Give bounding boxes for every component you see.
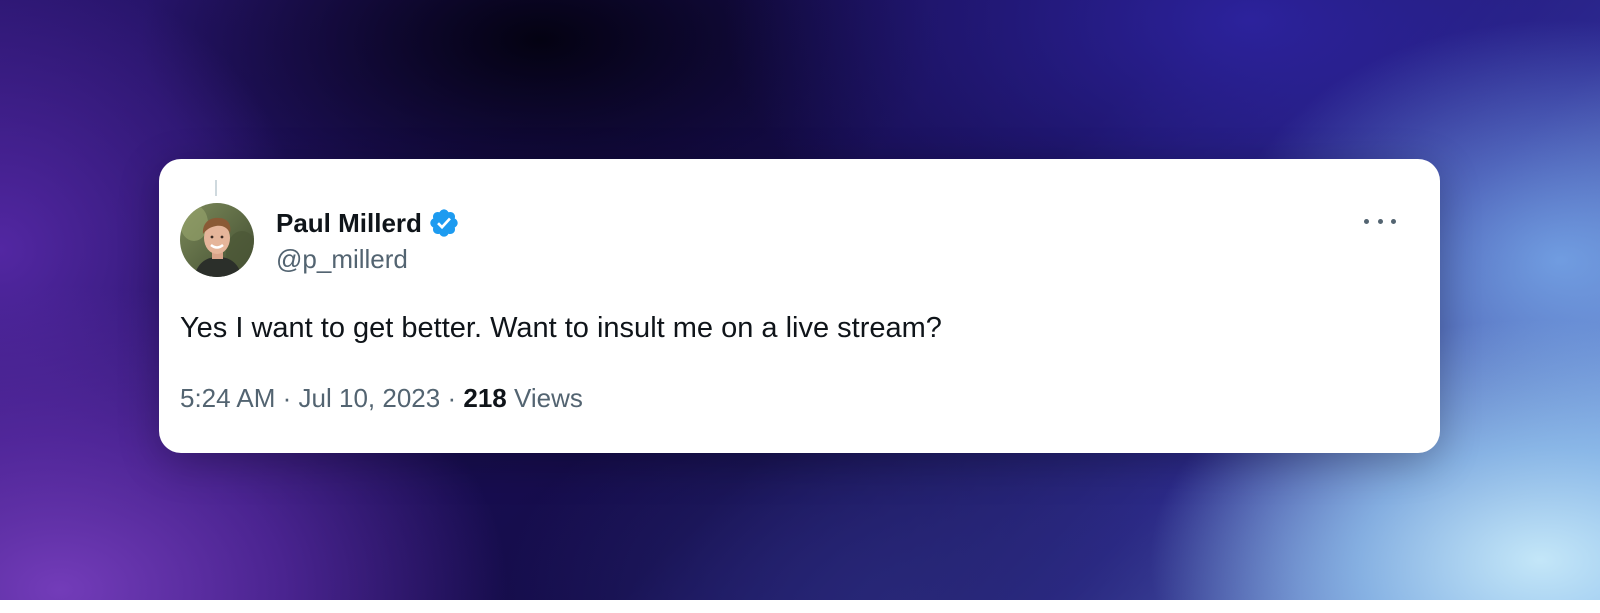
more-options-icon[interactable] xyxy=(1364,209,1396,233)
author-handle[interactable]: @p_millerd xyxy=(276,244,408,275)
views-label: Views xyxy=(513,383,583,413)
views-count: 218 xyxy=(463,383,507,413)
author-name[interactable]: Paul Millerd xyxy=(276,208,422,239)
tweet-meta: 5:24 AM · Jul 10, 2023 · 218 Views xyxy=(180,383,583,414)
more-dot xyxy=(1364,218,1369,224)
author-avatar[interactable] xyxy=(180,203,254,277)
meta-separator: · xyxy=(447,383,457,413)
tweet-card: Paul Millerd @p_millerd Yes I want to ge… xyxy=(159,159,1440,453)
verified-badge-icon xyxy=(430,209,458,237)
bottom-edge xyxy=(0,600,1600,613)
meta-separator: · xyxy=(282,383,292,413)
tweet-time[interactable]: 5:24 AM xyxy=(180,383,275,413)
more-dot xyxy=(1391,218,1396,224)
avatar-photo-icon xyxy=(180,203,254,277)
tweet-date[interactable]: Jul 10, 2023 xyxy=(299,383,441,413)
tweet-text: Yes I want to get better. Want to insult… xyxy=(180,312,942,344)
author-name-row: Paul Millerd xyxy=(276,207,460,239)
more-dot xyxy=(1377,218,1383,224)
thread-connector-line xyxy=(215,180,217,196)
